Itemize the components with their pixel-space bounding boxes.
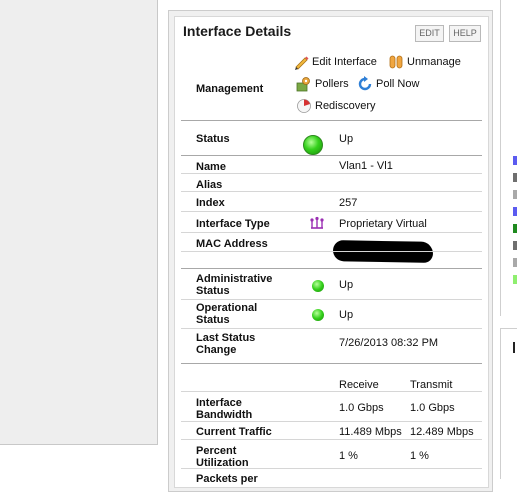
right-panel-edge xyxy=(500,0,501,316)
mac-address-label: MAC Address xyxy=(196,238,268,250)
rediscovery-link[interactable]: Rediscovery xyxy=(296,98,376,114)
poll-now-label: Poll Now xyxy=(376,78,420,90)
legend-mark xyxy=(513,241,517,250)
interface-type-label: Interface Type xyxy=(196,218,270,230)
divider xyxy=(181,251,482,252)
divider xyxy=(181,232,482,233)
utilization-label-line1: Percent xyxy=(196,445,237,457)
legend-mark xyxy=(513,207,517,216)
last-change-label-line1: Last Status xyxy=(196,332,256,344)
oper-status-label-line1: Operational xyxy=(196,302,258,314)
utilization-transmit: 1 % xyxy=(410,450,429,462)
alias-label: Alias xyxy=(196,179,223,191)
panel-title: Interface Details xyxy=(183,23,292,39)
utilization-label: Percent Utilization xyxy=(196,445,249,469)
index-label: Index xyxy=(196,197,225,209)
divider xyxy=(181,328,482,329)
panel-body: Interface Details EDIT HELP Management E… xyxy=(174,16,489,488)
legend-mark xyxy=(513,275,517,284)
current-traffic-receive: 11.489 Mbps xyxy=(339,426,402,438)
last-change-label-line2: Change xyxy=(196,344,237,356)
name-value: Vlan1 - Vl1 xyxy=(339,160,393,172)
help-button[interactable]: HELP xyxy=(449,25,481,42)
divider xyxy=(181,363,482,364)
edit-button[interactable]: EDIT xyxy=(415,25,444,42)
bandwidth-label-line1: Interface xyxy=(196,397,242,409)
legend-mark xyxy=(513,190,517,199)
pollers-link[interactable]: Pollers xyxy=(296,76,349,92)
left-pane xyxy=(0,0,158,445)
admin-status-up-icon xyxy=(312,280,324,292)
truncated-text-mark xyxy=(513,342,515,353)
packets-label: Packets per xyxy=(196,473,258,485)
transmit-column-header: Transmit xyxy=(410,379,453,391)
legend-mark xyxy=(513,173,517,182)
legend-mark xyxy=(513,156,517,165)
admin-status-label-line2: Status xyxy=(196,285,230,297)
status-value: Up xyxy=(339,133,354,145)
status-up-icon xyxy=(303,135,323,155)
pencil-icon xyxy=(293,54,309,70)
divider xyxy=(181,173,482,174)
bandwidth-label-line2: Bandwidth xyxy=(196,409,253,421)
divider xyxy=(181,211,482,212)
edit-interface-label: Edit Interface xyxy=(312,56,377,68)
oper-status-value: Up xyxy=(339,309,354,321)
receive-column-header: Receive xyxy=(339,379,379,391)
oper-status-label: Operational Status xyxy=(196,302,257,326)
bandwidth-label: Interface Bandwidth xyxy=(196,397,252,421)
current-traffic-transmit: 12.489 Mbps xyxy=(410,426,474,438)
poll-now-link[interactable]: Poll Now xyxy=(357,76,419,92)
divider xyxy=(181,155,482,156)
pollers-icon xyxy=(296,76,312,92)
legend-mark xyxy=(513,258,517,267)
status-label: Status xyxy=(196,133,230,145)
rediscovery-icon xyxy=(296,98,312,114)
oper-status-up-icon xyxy=(312,309,324,321)
oper-status-label-line2: Status xyxy=(196,314,230,326)
interface-type-value: Proprietary Virtual xyxy=(339,218,427,230)
divider xyxy=(181,439,482,440)
admin-status-label: Administrative Status xyxy=(196,273,272,297)
management-label: Management xyxy=(196,83,264,95)
last-change-value: 7/26/2013 08:32 PM xyxy=(339,337,439,349)
legend-mark xyxy=(513,224,517,233)
divider xyxy=(181,191,482,192)
divider xyxy=(181,299,482,300)
divider xyxy=(181,421,482,422)
edit-interface-link[interactable]: Edit Interface xyxy=(293,54,377,70)
unmanage-label: Unmanage xyxy=(407,56,461,68)
index-value: 257 xyxy=(339,197,358,209)
last-change-label: Last Status Change xyxy=(196,332,255,356)
interface-details-panel: Interface Details EDIT HELP Management E… xyxy=(168,10,493,492)
divider xyxy=(181,391,482,392)
pollers-label: Pollers xyxy=(315,78,349,90)
name-label: Name xyxy=(196,161,226,173)
current-traffic-label: Current Traffic xyxy=(196,426,272,438)
refresh-icon xyxy=(357,76,373,92)
bandwidth-receive: 1.0 Gbps xyxy=(339,402,384,414)
divider xyxy=(181,120,482,121)
divider xyxy=(181,468,482,469)
utilization-receive: 1 % xyxy=(339,450,358,462)
unmanage-link[interactable]: Unmanage xyxy=(388,54,461,70)
admin-status-label-line1: Administrative xyxy=(196,273,273,285)
admin-status-value: Up xyxy=(339,279,354,291)
divider xyxy=(181,268,482,269)
rediscovery-label: Rediscovery xyxy=(315,100,376,112)
bandwidth-transmit: 1.0 Gbps xyxy=(410,402,455,414)
unmanage-icon xyxy=(388,54,404,70)
